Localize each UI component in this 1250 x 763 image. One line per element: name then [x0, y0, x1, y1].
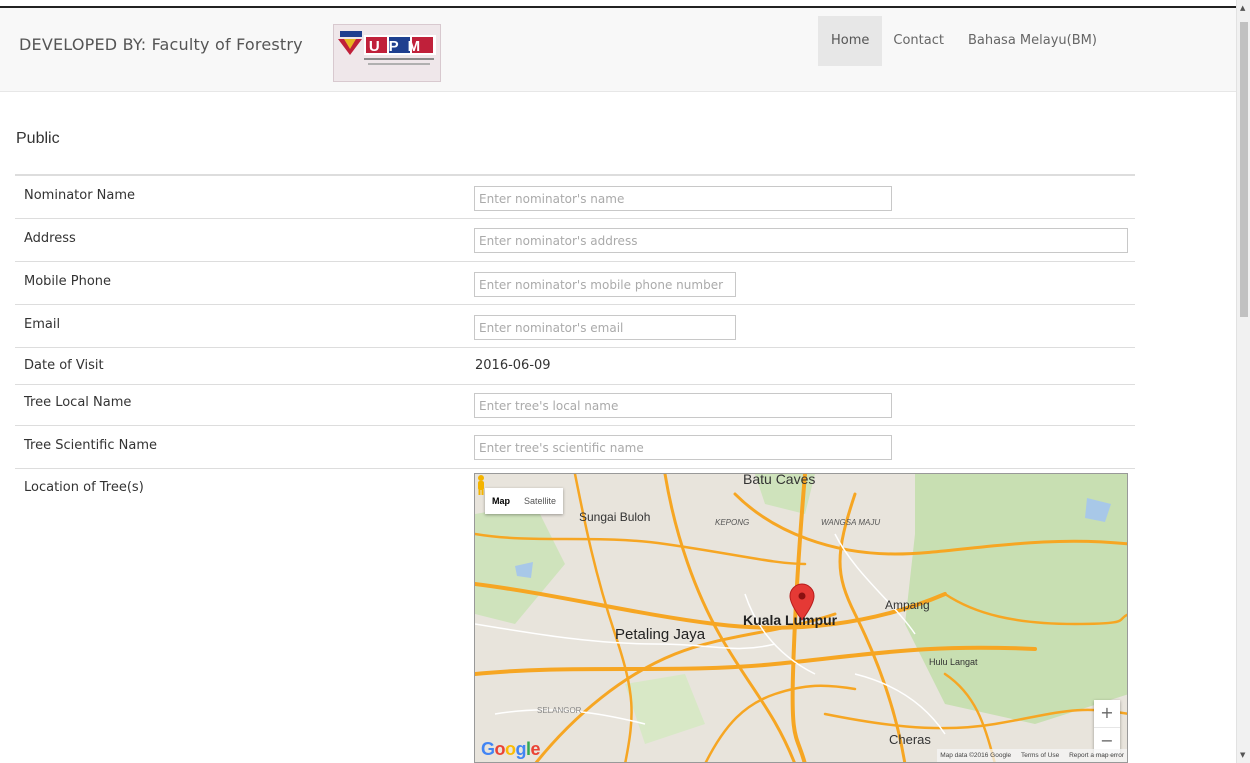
- row-email: Email: [15, 305, 1135, 348]
- upm-logo: UPM: [333, 24, 441, 82]
- address-label: Address: [24, 231, 76, 246]
- row-date-of-visit: Date of Visit 2016-06-09: [15, 348, 1135, 385]
- zoom-control: + −: [1094, 700, 1120, 754]
- nominator-name-label: Nominator Name: [24, 188, 136, 203]
- row-tree-local-name: Tree Local Name: [15, 385, 1135, 426]
- email-input[interactable]: [474, 315, 736, 340]
- nominator-name-input[interactable]: [474, 186, 892, 211]
- tree-scientific-name-input[interactable]: [474, 435, 892, 460]
- street-view-pegman-icon[interactable]: [475, 474, 487, 496]
- location-map[interactable]: Batu Caves Sungai Buloh KEPONG WANGSA MA…: [474, 473, 1128, 763]
- report-map-error-link[interactable]: Report a map error: [1069, 752, 1124, 759]
- place-ampang: Ampang: [885, 598, 930, 612]
- map-type-map-button[interactable]: Map: [485, 488, 517, 514]
- page-scrollbar[interactable]: ▲ ▼: [1236, 0, 1250, 763]
- upm-logo-text: UPM: [369, 38, 429, 55]
- navbar: DEVELOPED BY: Faculty of Forestry UPM Ho…: [0, 8, 1236, 92]
- window-top-border: [0, 0, 1236, 8]
- main-nav: Home Contact Bahasa Melayu(BM): [818, 16, 1111, 66]
- google-logo: Google: [481, 739, 541, 759]
- nav-contact[interactable]: Contact: [882, 16, 955, 66]
- row-nominator-name: Nominator Name: [15, 176, 1135, 219]
- map-data-credit: Map data ©2016 Google: [940, 752, 1012, 759]
- terms-of-use-link[interactable]: Terms of Use: [1021, 752, 1059, 759]
- zoom-in-button[interactable]: +: [1094, 700, 1120, 728]
- tree-local-name-label: Tree Local Name: [24, 395, 132, 410]
- mobile-phone-label: Mobile Phone: [24, 274, 112, 289]
- map-type-satellite-button[interactable]: Satellite: [517, 488, 563, 514]
- place-sungai-buloh: Sungai Buloh: [579, 510, 651, 524]
- place-hulu-langat: Hulu Langat: [929, 657, 978, 667]
- scroll-down-arrow-icon[interactable]: ▼: [1240, 751, 1245, 759]
- tree-local-name-input[interactable]: [474, 393, 892, 418]
- nav-bahasa-melayu[interactable]: Bahasa Melayu(BM): [955, 16, 1111, 66]
- place-selangor: SELANGOR: [537, 706, 582, 715]
- scrollbar-thumb[interactable]: [1240, 22, 1248, 317]
- location-label: Location of Tree(s): [24, 480, 144, 495]
- map-type-control: Map Satellite: [485, 488, 564, 514]
- email-label: Email: [24, 317, 61, 332]
- section-title: Public: [16, 130, 60, 147]
- row-mobile-phone: Mobile Phone: [15, 262, 1135, 305]
- address-input[interactable]: [474, 228, 1128, 253]
- place-wangsa-maju: WANGSA MAJU: [821, 518, 881, 527]
- place-kepong: KEPONG: [715, 518, 750, 527]
- developed-by-text: DEVELOPED BY: Faculty of Forestry: [19, 35, 303, 54]
- place-petaling-jaya: Petaling Jaya: [615, 626, 706, 643]
- date-of-visit-value: 2016-06-09: [475, 358, 551, 373]
- map-attribution: Map data ©2016 Google Terms of Use Repor…: [937, 749, 1127, 762]
- place-cheras: Cheras: [889, 732, 931, 747]
- nav-home[interactable]: Home: [818, 16, 883, 66]
- mobile-phone-input[interactable]: [474, 272, 736, 297]
- place-batu-caves: Batu Caves: [743, 473, 816, 487]
- row-address: Address: [15, 219, 1135, 262]
- scroll-up-arrow-icon[interactable]: ▲: [1240, 4, 1245, 12]
- upm-logo-graphic: UPM: [338, 31, 436, 65]
- date-of-visit-label: Date of Visit: [24, 358, 104, 373]
- tree-scientific-name-label: Tree Scientific Name: [24, 438, 157, 453]
- row-tree-scientific-name: Tree Scientific Name: [15, 426, 1135, 469]
- place-kuala-lumpur: Kuala Lumpur: [743, 612, 838, 628]
